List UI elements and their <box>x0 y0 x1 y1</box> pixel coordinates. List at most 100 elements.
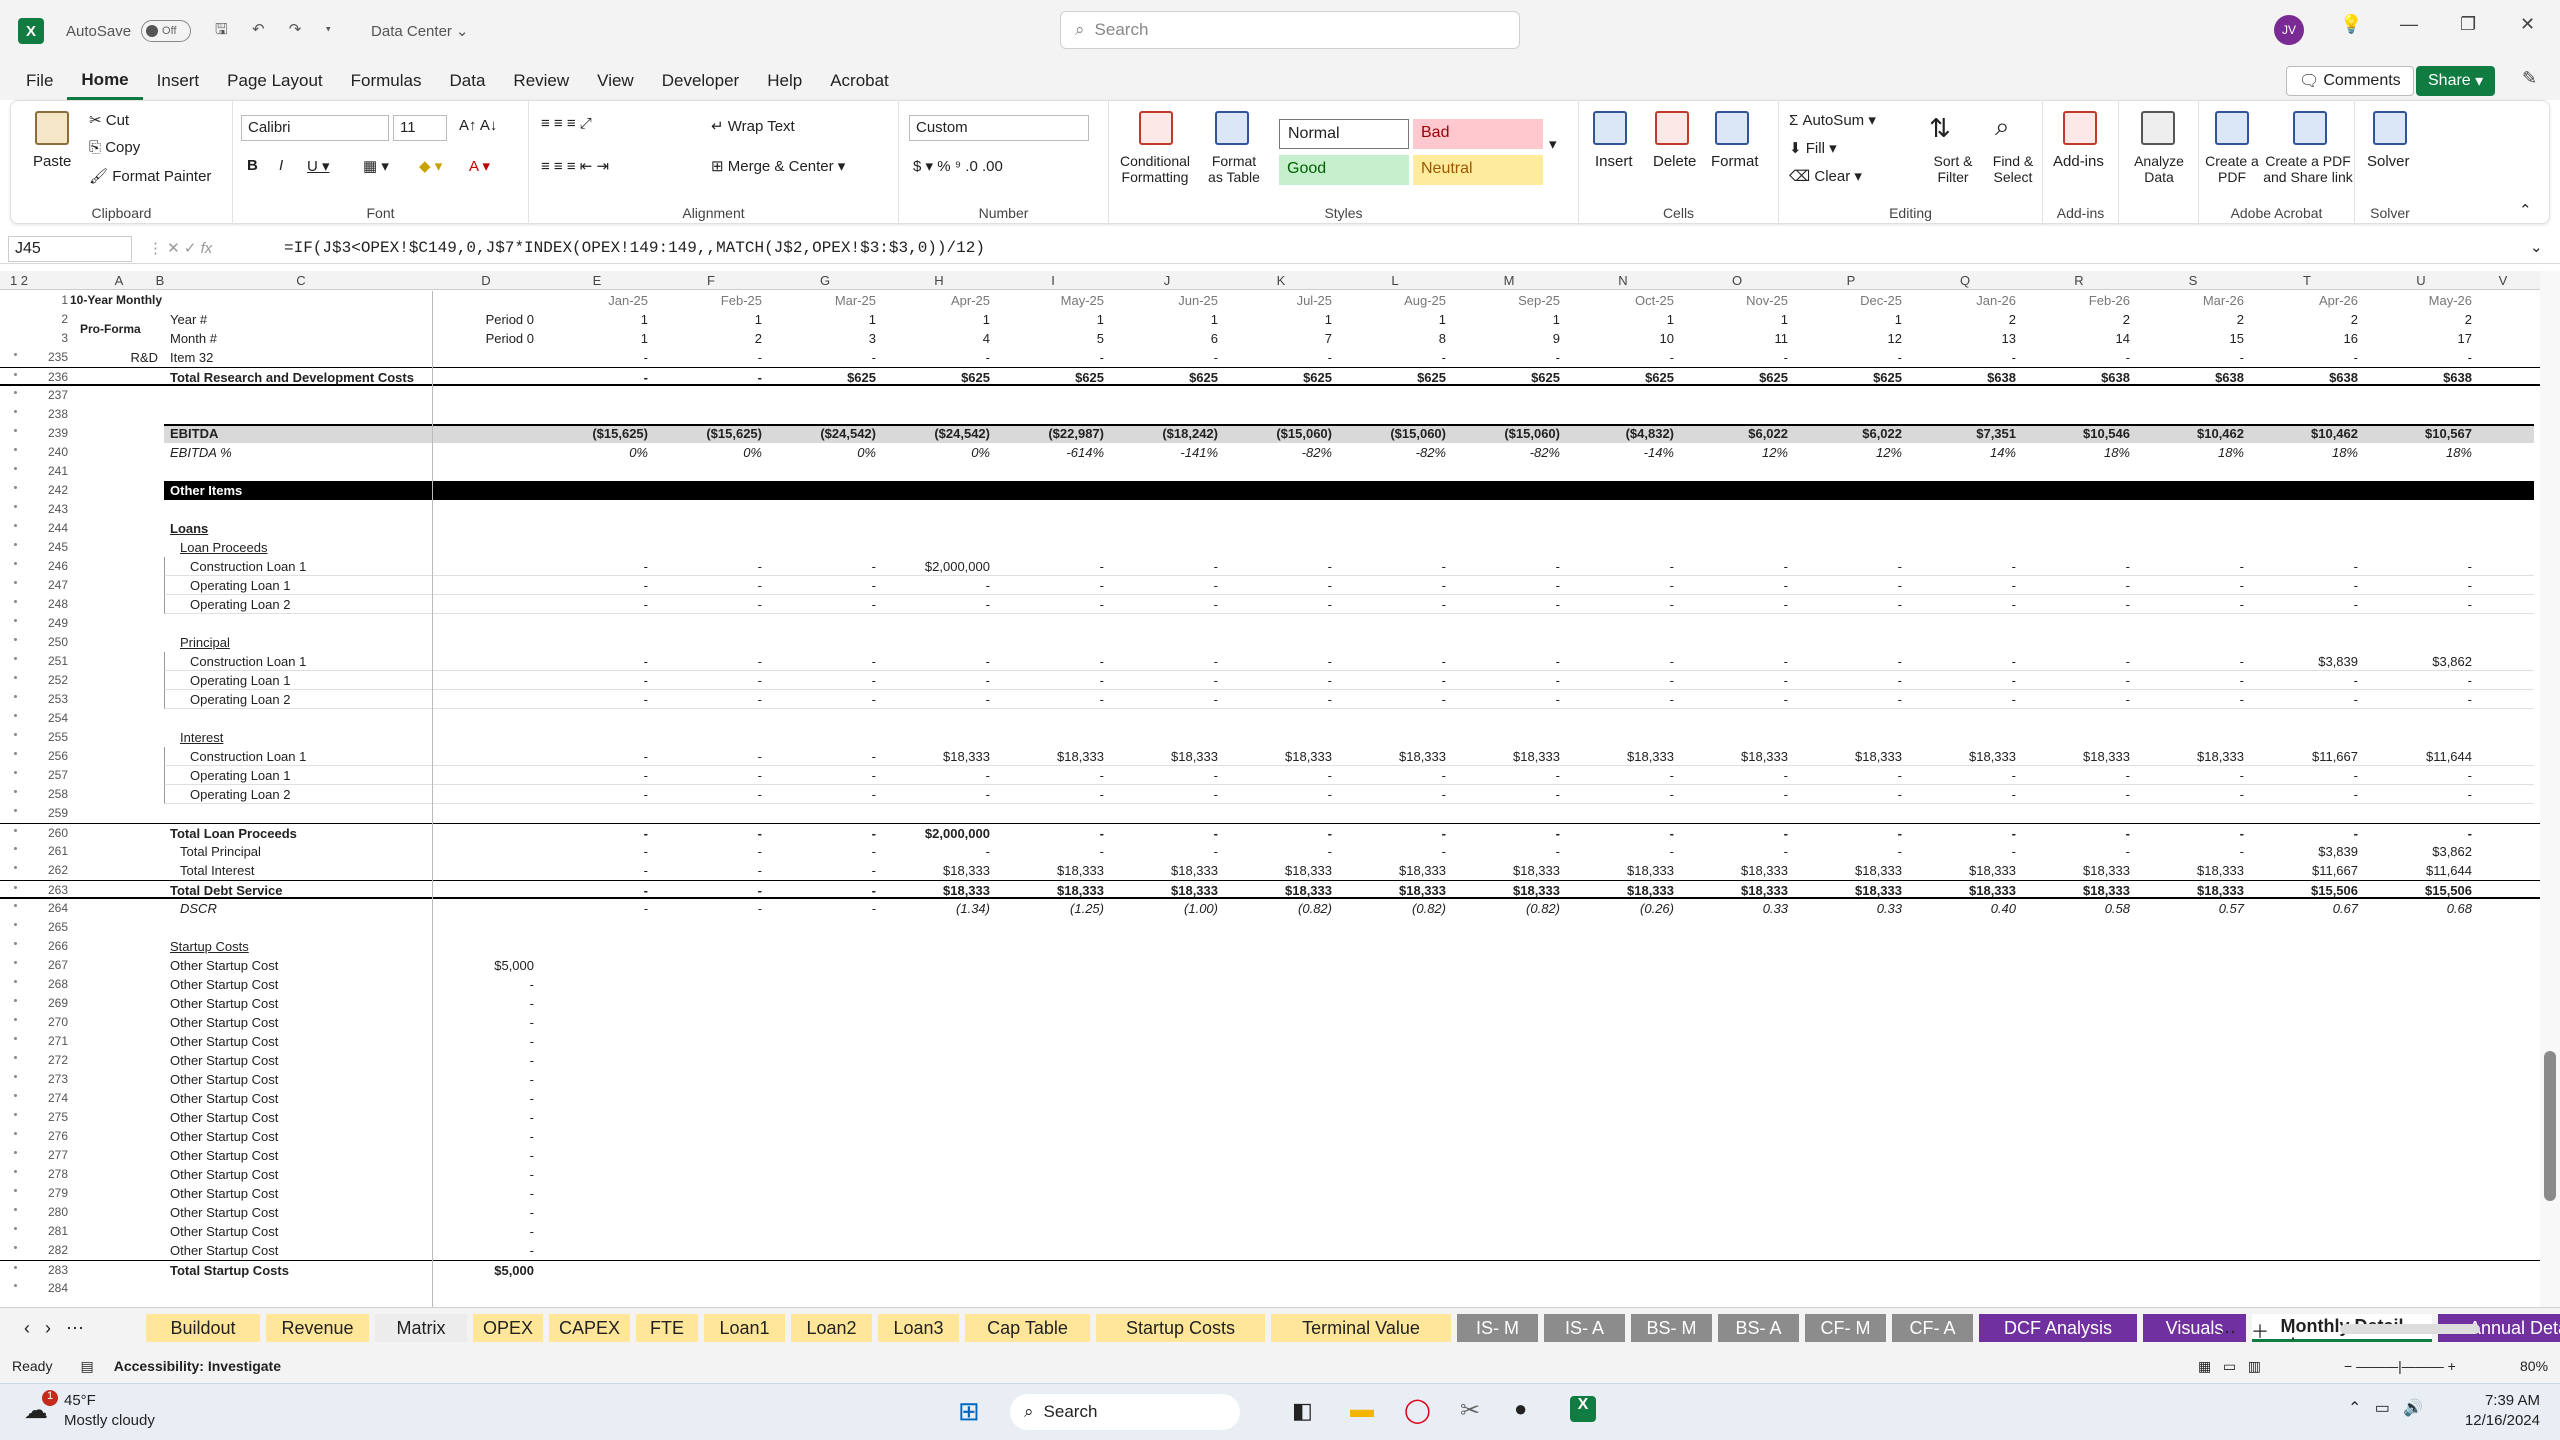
snipping-tool-icon[interactable]: ✂ <box>1460 1396 1480 1425</box>
row-label[interactable]: Operating Loan 1 <box>190 578 450 593</box>
column-header-b[interactable]: B <box>150 273 170 288</box>
cell-value[interactable]: -614% <box>996 445 1104 460</box>
cell-value[interactable]: 0% <box>540 445 648 460</box>
cell-value[interactable]: $18,333 <box>1908 883 2016 898</box>
cell-value[interactable]: - <box>540 901 648 916</box>
cell-value[interactable]: - <box>1110 673 1218 688</box>
menu-item-developer[interactable]: Developer <box>648 62 754 100</box>
cell-value[interactable]: $625 <box>1794 370 1902 385</box>
month-header[interactable]: Aug-25 <box>1338 293 1446 308</box>
row-number[interactable]: 248 <box>40 597 68 611</box>
month-number[interactable]: 4 <box>882 331 990 346</box>
cell-value-d[interactable]: - <box>432 1167 534 1182</box>
cell-value[interactable]: $625 <box>1680 370 1788 385</box>
find-select-button[interactable]: Find & Select <box>1985 153 2041 185</box>
row-label[interactable]: Item 32 <box>170 350 430 365</box>
cell-value[interactable]: - <box>1680 578 1788 593</box>
column-header-d[interactable]: D <box>432 273 540 288</box>
cell-value[interactable]: - <box>996 654 1104 669</box>
cell-value[interactable]: $625 <box>996 370 1104 385</box>
cell-value[interactable]: - <box>1908 826 2016 841</box>
cell-value[interactable]: $2,000,000 <box>882 826 990 841</box>
cell-value[interactable]: $15,506 <box>2364 883 2472 898</box>
cell-value[interactable]: - <box>1452 654 1560 669</box>
cell-value[interactable]: - <box>1338 559 1446 574</box>
row-number[interactable]: 242 <box>40 483 68 497</box>
cell-value-d[interactable]: - <box>432 996 534 1011</box>
month-number[interactable]: 8 <box>1338 331 1446 346</box>
year-value[interactable]: 1 <box>1338 312 1446 327</box>
outline-levels[interactable]: 1 2 <box>4 273 34 288</box>
year-value[interactable]: 1 <box>882 312 990 327</box>
cell-value[interactable]: $3,839 <box>2250 844 2358 859</box>
row-label[interactable]: Other Startup Cost <box>170 1129 430 1144</box>
cell-value[interactable]: - <box>768 901 876 916</box>
cell-value[interactable]: 0.68 <box>2364 901 2472 916</box>
cell-value[interactable]: - <box>768 597 876 612</box>
row-number[interactable]: 262 <box>40 863 68 877</box>
month-number[interactable]: 16 <box>2250 331 2358 346</box>
cell-value[interactable]: - <box>768 749 876 764</box>
cell-value[interactable]: - <box>1680 673 1788 688</box>
cell-value[interactable]: - <box>2022 826 2130 841</box>
year-value[interactable]: 1 <box>1680 312 1788 327</box>
cell-value[interactable]: (0.82) <box>1224 901 1332 916</box>
row-number[interactable]: 238 <box>40 407 68 421</box>
cell-value[interactable]: 0% <box>768 445 876 460</box>
menu-item-acrobat[interactable]: Acrobat <box>816 62 903 100</box>
cell-value[interactable]: - <box>654 559 762 574</box>
cell-value[interactable]: - <box>996 787 1104 802</box>
cell-value[interactable]: $18,333 <box>2022 749 2130 764</box>
month-number[interactable]: 17 <box>2364 331 2472 346</box>
row-label[interactable]: Loans <box>170 521 430 536</box>
menu-item-file[interactable]: File <box>12 62 67 100</box>
cell-value[interactable]: - <box>2022 597 2130 612</box>
vertical-scrollbar[interactable] <box>2540 271 2560 1307</box>
row-number[interactable]: 284 <box>40 1281 68 1295</box>
cell-value[interactable]: ($15,060) <box>1224 426 1332 441</box>
accessibility-status[interactable]: Accessibility: Investigate <box>114 1358 281 1374</box>
view-buttons-icon[interactable]: ▦ ▭ ▥ <box>2198 1358 2261 1375</box>
cell-value[interactable]: -14% <box>1566 445 1674 460</box>
row-number[interactable]: 280 <box>40 1205 68 1219</box>
row-number[interactable]: 278 <box>40 1167 68 1181</box>
row-label[interactable]: Total Principal <box>180 844 440 859</box>
cell-value[interactable]: $18,333 <box>1794 863 1902 878</box>
cell-value[interactable]: $18,333 <box>1566 863 1674 878</box>
row-label[interactable]: Startup Costs <box>170 939 430 954</box>
cell-value[interactable]: (1.34) <box>882 901 990 916</box>
row-number[interactable]: 260 <box>40 826 68 840</box>
cell-value[interactable]: - <box>540 559 648 574</box>
cell-value[interactable]: - <box>1452 578 1560 593</box>
minimize-icon[interactable]: — <box>2400 14 2418 35</box>
format-button[interactable]: Format <box>1711 153 1759 170</box>
cell-value[interactable]: - <box>1110 559 1218 574</box>
month-header[interactable]: Apr-26 <box>2250 293 2358 308</box>
style-bad[interactable]: Bad <box>1413 119 1543 149</box>
cell-value[interactable]: $18,333 <box>1338 883 1446 898</box>
cell-value[interactable]: $18,333 <box>1110 863 1218 878</box>
tab-revenue[interactable]: Revenue <box>266 1314 369 1342</box>
cell-value[interactable]: ($18,242) <box>1110 426 1218 441</box>
row-number[interactable]: 235 <box>40 350 68 364</box>
cell-value[interactable]: ($24,542) <box>882 426 990 441</box>
row-number[interactable]: 276 <box>40 1129 68 1143</box>
month-number[interactable]: 7 <box>1224 331 1332 346</box>
menu-item-review[interactable]: Review <box>499 62 583 100</box>
zoom-slider[interactable]: − ———|——— + <box>2344 1358 2456 1374</box>
cell-value-d[interactable]: - <box>432 1186 534 1201</box>
cell-value[interactable]: - <box>1224 844 1332 859</box>
row-number[interactable]: 3 <box>40 331 68 345</box>
underline-button[interactable]: U ▾ <box>307 157 330 175</box>
model-title[interactable]: 10-Year Monthly <box>70 293 190 307</box>
row-number[interactable]: 273 <box>40 1072 68 1086</box>
addins-button[interactable]: Add-ins <box>2053 153 2104 170</box>
conditional-formatting-button[interactable]: Conditional Formatting <box>1115 153 1195 185</box>
cell-value[interactable]: $638 <box>2022 370 2130 385</box>
cell-value[interactable]: - <box>540 654 648 669</box>
month-header[interactable]: Feb-25 <box>654 293 762 308</box>
cell-value[interactable]: ($15,625) <box>540 426 648 441</box>
row-number[interactable]: 236 <box>40 370 68 384</box>
cell-value[interactable]: - <box>882 787 990 802</box>
tab-buildout[interactable]: Buildout <box>146 1314 260 1342</box>
